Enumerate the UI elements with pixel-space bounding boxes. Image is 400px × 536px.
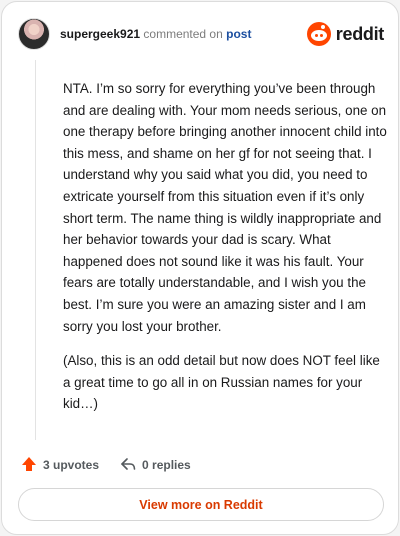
reply-button[interactable]: 0 replies [119,455,191,476]
upvote-arrow-icon [20,455,38,476]
comment-actions: 3 upvotes 0 replies [20,454,211,476]
post-link[interactable]: post [226,27,251,41]
view-more-button[interactable]: View more on Reddit [18,488,384,521]
comment-body: NTA. I’m so sorry for everything you’ve … [63,78,389,428]
comment-meta: supergeek921 commented on post [60,27,251,41]
username-link[interactable]: supergeek921 [60,27,140,41]
comment-paragraph: NTA. I’m so sorry for everything you’ve … [63,81,387,334]
comment-card: supergeek921 commented on post reddit NT… [1,1,399,535]
commented-on-text: commented on [143,27,223,41]
upvote-button[interactable]: 3 upvotes [20,455,99,476]
comment-header: supergeek921 commented on post reddit [18,16,384,52]
thread-line [35,60,36,440]
comment-paragraph: (Also, this is an odd detail but now doe… [63,353,380,412]
reddit-logo[interactable]: reddit [306,22,385,46]
upvote-count: 3 upvotes [43,458,100,472]
reply-count: 0 replies [142,458,191,472]
reddit-wordmark: reddit [335,23,385,44]
avatar[interactable] [18,18,50,50]
reply-arrow-icon [119,455,137,476]
reddit-snoo-icon [306,22,331,46]
